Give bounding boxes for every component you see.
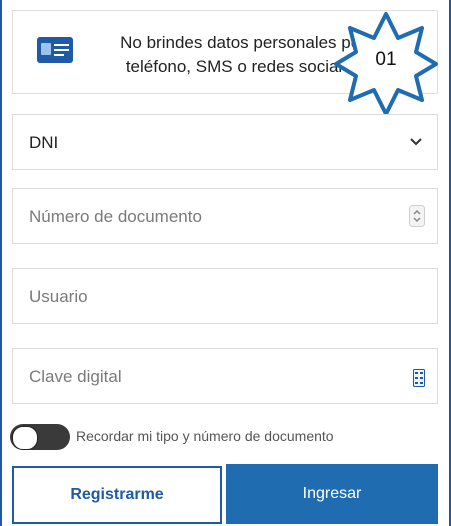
toggle-knob: [12, 426, 38, 450]
keypad-icon[interactable]: [413, 369, 425, 387]
document-number-input[interactable]: Número de documento: [12, 188, 438, 244]
register-button[interactable]: Registrarme: [12, 466, 222, 524]
document-type-value: DNI: [29, 133, 59, 152]
password-placeholder: Clave digital: [29, 367, 122, 386]
username-input[interactable]: Usuario: [12, 268, 438, 324]
spinner-icon[interactable]: [409, 205, 425, 227]
remember-label: Recordar mi tipo y número de documento: [76, 428, 334, 444]
login-button[interactable]: Ingresar: [226, 464, 438, 524]
id-card-icon: [37, 37, 73, 63]
document-number-placeholder: Número de documento: [29, 207, 202, 226]
remember-toggle[interactable]: [10, 424, 70, 450]
password-input[interactable]: Clave digital: [12, 348, 438, 404]
document-type-select[interactable]: DNI: [12, 114, 438, 170]
chevron-down-icon: [410, 138, 422, 146]
step-badge-label: 01: [375, 49, 397, 70]
username-placeholder: Usuario: [29, 287, 88, 306]
